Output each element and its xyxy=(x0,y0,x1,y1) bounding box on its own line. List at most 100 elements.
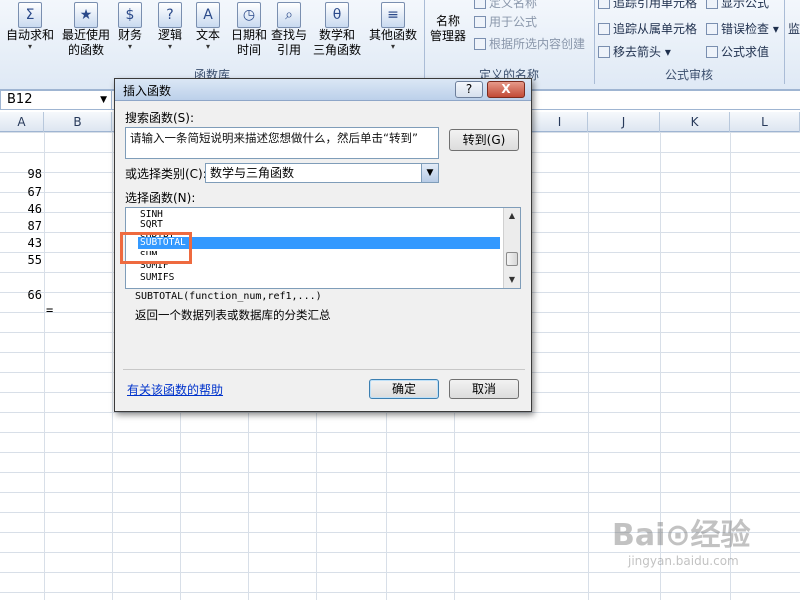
dialog-divider xyxy=(123,369,525,370)
grid-line xyxy=(588,132,589,600)
use-in-formula-label: 用于公式 xyxy=(489,15,538,29)
lookup-label-line1: 查找与 xyxy=(270,28,307,42)
category-label: 或选择类别(C): xyxy=(125,167,207,181)
trace-precedents-button[interactable]: 追踪引用单元格 xyxy=(598,0,697,11)
math-trig-button[interactable]: θ 数学和 三角函数 xyxy=(310,0,364,68)
list-item[interactable]: SUMIFS xyxy=(138,272,500,284)
evaluate-formula-icon xyxy=(706,46,718,58)
define-name-label: 定义名称 xyxy=(489,0,538,10)
watermark-logo: Bai⊙经验 xyxy=(612,518,751,553)
column-header-i[interactable]: I xyxy=(532,112,588,132)
column-header-j[interactable]: J xyxy=(588,112,660,132)
baidu-jingyan-watermark: Bai⊙经验 jingyan.baidu.com xyxy=(612,510,751,568)
chevron-down-icon[interactable]: ▼ xyxy=(100,91,107,109)
scroll-down-icon[interactable]: ▼ xyxy=(505,273,519,287)
financial-button[interactable]: $ 财务 ▾ xyxy=(110,0,150,68)
name-box-value: B12 xyxy=(7,92,33,107)
cancel-button[interactable]: 取消 xyxy=(449,379,519,399)
column-header-a[interactable]: A xyxy=(0,112,44,132)
logical-button[interactable]: ? 逻辑 ▾ xyxy=(150,0,190,68)
name-box[interactable]: B12 ▼ xyxy=(0,90,112,110)
error-checking-label: 错误检查 xyxy=(721,22,770,36)
logic-book-icon: ? xyxy=(158,2,182,28)
dropdown-arrow-icon: ▾ xyxy=(27,42,32,51)
create-from-selection-icon xyxy=(474,38,486,50)
trace-arrow-icon xyxy=(598,23,610,35)
watch-window-button[interactable]: 监 xyxy=(788,20,800,37)
show-formulas-icon xyxy=(706,0,718,9)
use-in-formula-button[interactable]: 用于公式 xyxy=(474,13,537,30)
search-function-input[interactable]: 请输入一条简短说明来描述您想做什么，然后单击“转到” xyxy=(125,127,439,159)
trace-dependents-label: 追踪从属单元格 xyxy=(613,22,698,36)
highlight-annotation-box xyxy=(120,232,192,264)
function-syntax: SUBTOTAL(function_num,ref1,...) xyxy=(135,291,322,302)
more-functions-button[interactable]: ≡ 其他函数 ▾ xyxy=(366,0,420,68)
cell-value[interactable]: 66 xyxy=(0,285,42,305)
list-item[interactable]: SUMIF xyxy=(138,260,500,272)
chevron-down-icon[interactable]: ▼ xyxy=(421,164,438,182)
help-button[interactable]: ? xyxy=(455,81,483,98)
dropdown-arrow-icon: ▾ xyxy=(167,42,172,51)
error-checking-button[interactable]: 错误检查 ▾ xyxy=(706,20,779,37)
show-formulas-label: 显示公式 xyxy=(721,0,770,10)
define-name-button[interactable]: 定义名称 xyxy=(474,0,537,11)
remove-arrows-button[interactable]: 移去箭头 ▾ xyxy=(598,43,671,60)
trace-dependents-button[interactable]: 追踪从属单元格 xyxy=(598,20,697,37)
function-help-link[interactable]: 有关该函数的帮助 xyxy=(127,381,223,398)
scroll-up-icon[interactable]: ▲ xyxy=(505,209,519,223)
function-list-scrollbar[interactable]: ▲ ▼ xyxy=(503,208,520,288)
text-book-icon: A xyxy=(196,2,220,28)
cell-value[interactable]: 98 xyxy=(0,164,42,184)
active-cell-equals[interactable]: = xyxy=(46,303,53,317)
dialog-titlebar[interactable]: 插入函数 ? X xyxy=(115,79,531,101)
text-button[interactable]: A 文本 ▾ xyxy=(188,0,228,68)
category-select[interactable]: 数学与三角函数 ▼ xyxy=(205,163,439,183)
dropdown-arrow-icon: ▾ xyxy=(390,42,395,51)
math-book-icon: θ xyxy=(325,2,349,28)
lookup-book-icon: ⌕ xyxy=(277,2,301,28)
trace-arrow-icon xyxy=(598,0,610,9)
list-item[interactable]: SUM xyxy=(138,250,500,255)
name-manager-label-line1: 名称 xyxy=(435,14,460,28)
math-label-line2: 三角函数 xyxy=(312,43,361,57)
cell-value[interactable]: 55 xyxy=(0,250,42,270)
close-button[interactable]: X xyxy=(487,81,525,98)
lookup-label-line2: 引用 xyxy=(276,43,301,57)
recent-functions-button[interactable]: ★ 最近使用 的函数 xyxy=(58,0,114,68)
column-header-l[interactable]: L xyxy=(730,112,800,132)
more-label: 其他函数 xyxy=(368,28,417,42)
scroll-thumb[interactable] xyxy=(506,252,518,266)
grid-line xyxy=(44,132,45,600)
trace-precedents-label: 追踪引用单元格 xyxy=(613,0,698,10)
logical-label: 逻辑 xyxy=(157,28,182,42)
category-value: 数学与三角函数 xyxy=(210,166,295,180)
create-from-selection-button[interactable]: 根据所选内容创建 xyxy=(474,35,585,52)
finance-book-icon: $ xyxy=(118,2,142,28)
autosum-button[interactable]: Σ 自动求和 ▾ xyxy=(2,0,58,68)
evaluate-formula-button[interactable]: 公式求值 xyxy=(706,43,769,60)
remove-arrows-icon xyxy=(598,46,610,58)
error-checking-icon xyxy=(706,23,718,35)
sigma-icon: Σ xyxy=(18,2,42,28)
group-separator xyxy=(784,0,785,84)
list-item[interactable]: SQRT xyxy=(138,219,500,231)
list-item-selected[interactable]: SUBTOTAL xyxy=(138,237,500,249)
more-book-icon: ≡ xyxy=(381,2,405,28)
search-label: 搜索函数(S): xyxy=(125,111,195,125)
column-header-k[interactable]: K xyxy=(660,112,730,132)
lookup-reference-button[interactable]: ⌕ 查找与 引用 xyxy=(266,0,312,68)
function-description: 返回一个数据列表或数据库的分类汇总 xyxy=(135,308,331,322)
evaluate-formula-label: 公式求值 xyxy=(721,45,770,59)
go-button[interactable]: 转到(G) xyxy=(449,129,519,151)
math-label-line1: 数学和 xyxy=(318,28,355,42)
show-formulas-button[interactable]: 显示公式 xyxy=(706,0,769,11)
financial-label: 财务 xyxy=(117,28,142,42)
remove-arrows-label: 移去箭头 xyxy=(613,45,662,59)
column-header-b[interactable]: B xyxy=(44,112,112,132)
ok-button[interactable]: 确定 xyxy=(369,379,439,399)
calendar-book-icon: ◷ xyxy=(237,2,261,28)
text-label: 文本 xyxy=(195,28,220,42)
grid-line xyxy=(112,132,113,600)
ribbon: Σ 自动求和 ▾ ★ 最近使用 的函数 $ 财务 ▾ ? 逻辑 ▾ A 文本 ▾… xyxy=(0,0,800,90)
dropdown-arrow-icon: ▾ xyxy=(127,42,132,51)
